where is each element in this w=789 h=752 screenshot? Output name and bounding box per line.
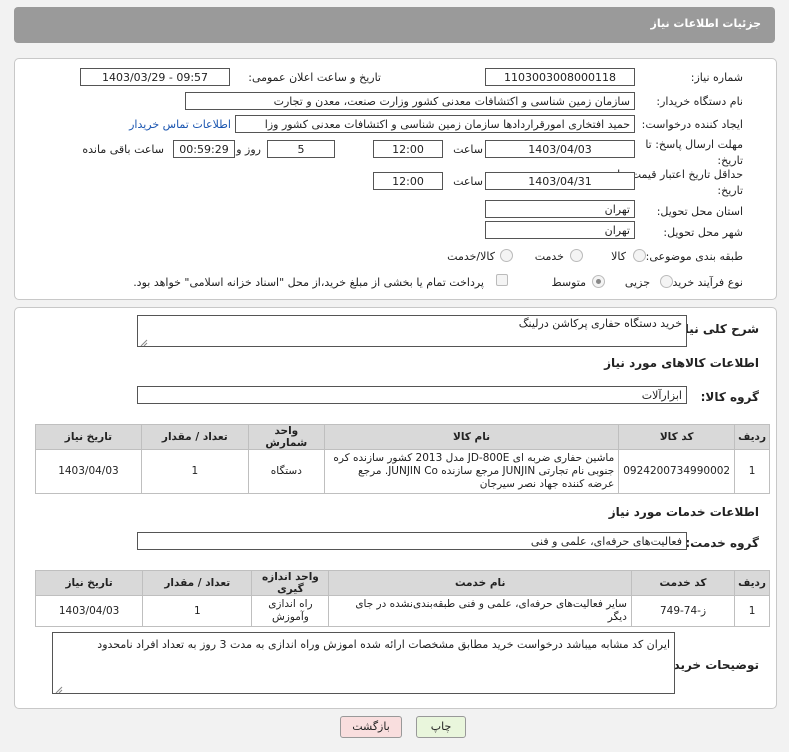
- goods-col-name: نام کالا: [323, 424, 620, 450]
- buyer-label: نام دستگاه خریدار:: [656, 95, 743, 108]
- resize-handle-icon[interactable]: [140, 336, 148, 346]
- services-col-name: نام خدمت: [328, 570, 632, 596]
- notes-text: ایران کد مشابه میباشد درخواست خرید مطابق…: [97, 638, 670, 651]
- deadline-date-field: 1403/04/03: [485, 140, 635, 158]
- category-service-radio[interactable]: [570, 249, 583, 262]
- services-cell-name: سایر فعالیت‌های حرفه‌ای، علمی و فنی طبقه…: [328, 595, 632, 627]
- province-field: تهران: [485, 200, 635, 218]
- validity-time-field: 12:00: [373, 172, 443, 190]
- page-title: جزئیات اطلاعات نیاز: [650, 17, 762, 30]
- treasury-checkbox[interactable]: [496, 274, 508, 286]
- requester-label: ایجاد کننده درخواست:: [641, 118, 743, 131]
- need-number-label: شماره نیاز:: [690, 71, 743, 84]
- announce-label: تاریخ و ساعت اعلان عمومی:: [248, 71, 381, 84]
- process-medium-label: متوسط: [551, 276, 586, 289]
- goods-cell-row: 1: [734, 449, 770, 494]
- notes-field: ایران کد مشابه میباشد درخواست خرید مطابق…: [52, 632, 675, 694]
- services-cell-unit: راه اندازی وآموزش: [251, 595, 330, 627]
- validity-date-field: 1403/04/31: [485, 172, 635, 190]
- remaining-label: ساعت باقی مانده: [82, 143, 164, 156]
- category-goods-radio[interactable]: [633, 249, 646, 262]
- payment-note: پرداخت تمام یا بخشی از مبلغ خرید،از محل …: [133, 276, 484, 289]
- process-minor-radio[interactable]: [660, 275, 673, 288]
- announce-field: 1403/03/29 - 09:57: [80, 68, 230, 86]
- services-section-title: اطلاعات خدمات مورد نیاز: [608, 505, 759, 519]
- category-label: طبقه بندی موضوعی:: [645, 250, 743, 263]
- deadline-label-text: مهلت ارسال پاسخ: تا تاریخ:: [645, 138, 743, 167]
- print-button[interactable]: چاپ: [416, 716, 466, 738]
- days-field: 5: [267, 140, 335, 158]
- deadline-time-field: 12:00: [373, 140, 443, 158]
- goods-cell-qty: 1: [140, 449, 249, 494]
- table-row: 1 0924200734990002 ماشین حفاری ضربه ای J…: [35, 449, 770, 494]
- page-header: جزئیات اطلاعات نیاز: [14, 7, 775, 43]
- services-group-field: فعالیت‌های حرفه‌ای، علمی و فنی: [137, 532, 687, 550]
- category-goods-label: کالا: [611, 250, 626, 263]
- goods-col-row: ردیف: [734, 424, 770, 450]
- process-label: نوع فرآیند خرید :: [665, 276, 743, 289]
- goods-col-date: تاریخ نیاز: [35, 424, 142, 450]
- back-button[interactable]: بازگشت: [340, 716, 402, 738]
- process-medium-radio[interactable]: [592, 275, 605, 288]
- category-both-radio[interactable]: [500, 249, 513, 262]
- summary-text: خرید دستگاه حفاری پرکاشن درلینگ: [518, 317, 682, 330]
- goods-table-header: ردیف کد کالا نام کالا واحد شمارش تعداد /…: [35, 424, 770, 450]
- validity-label-text: حداقل تاریخ اعتبار قیمت: تا تاریخ:: [617, 168, 743, 197]
- goods-col-qty: تعداد / مقدار: [140, 424, 249, 450]
- services-col-date: تاریخ نیاز: [34, 570, 144, 596]
- contact-link[interactable]: اطلاعات تماس خریدار: [129, 118, 231, 131]
- services-table: ردیف کد خدمت نام خدمت واحد اندازه گیری ت…: [34, 570, 770, 627]
- services-table-header: ردیف کد خدمت نام خدمت واحد اندازه گیری ت…: [34, 570, 770, 596]
- days-label: روز و: [236, 143, 261, 156]
- province-label: استان محل تحویل:: [656, 205, 743, 218]
- goods-cell-unit: دستگاه: [247, 449, 325, 494]
- goods-group-label: گروه کالا:: [700, 390, 759, 404]
- services-col-row: ردیف: [734, 570, 770, 596]
- goods-col-unit: واحد شمارش: [247, 424, 325, 450]
- services-cell-row: 1: [734, 595, 770, 627]
- deadline-label: مهلت ارسال پاسخ: تا تاریخ:: [643, 137, 743, 169]
- services-cell-code: ز-74-749: [630, 595, 736, 627]
- goods-group-field: ابزارآلات: [137, 386, 687, 404]
- buyer-field: سازمان زمین شناسی و اکتشافات معدنی کشور …: [185, 92, 635, 110]
- goods-cell-name: ماشین حفاری ضربه ای JD-800E مدل 2013 کشو…: [323, 449, 620, 494]
- goods-col-code: کد کالا: [618, 424, 736, 450]
- resize-handle-icon[interactable]: [55, 683, 63, 693]
- goods-cell-date: 1403/04/03: [35, 449, 142, 494]
- goods-table: ردیف کد کالا نام کالا واحد شمارش تعداد /…: [35, 424, 770, 494]
- remaining-time-field: 00:59:29: [173, 140, 235, 158]
- summary-field: خرید دستگاه حفاری پرکاشن درلینگ: [137, 315, 687, 347]
- category-both-label: کالا/خدمت: [447, 250, 495, 263]
- goods-section-title: اطلاعات کالاهای مورد نیاز: [604, 356, 759, 370]
- requester-field: حمید افتخاری امورقراردادها سازمان زمین ش…: [235, 115, 635, 133]
- services-group-label: گروه خدمت:: [685, 536, 759, 550]
- city-label: شهر محل تحویل:: [663, 226, 743, 239]
- deadline-time-label: ساعت: [453, 143, 483, 156]
- services-cell-qty: 1: [142, 595, 253, 627]
- services-col-code: کد خدمت: [630, 570, 736, 596]
- validity-time-label: ساعت: [453, 175, 483, 188]
- services-col-unit: واحد اندازه گیری: [251, 570, 330, 596]
- services-col-qty: تعداد / مقدار: [142, 570, 253, 596]
- services-cell-date: 1403/04/03: [34, 595, 144, 627]
- need-number-field: 1103003008000118: [485, 68, 635, 86]
- category-service-label: خدمت: [534, 250, 564, 263]
- city-field: تهران: [485, 221, 635, 239]
- process-minor-label: جزیی: [624, 276, 650, 289]
- table-row: 1 ز-74-749 سایر فعالیت‌های حرفه‌ای، علمی…: [34, 595, 770, 627]
- goods-cell-code: 0924200734990002: [618, 449, 736, 494]
